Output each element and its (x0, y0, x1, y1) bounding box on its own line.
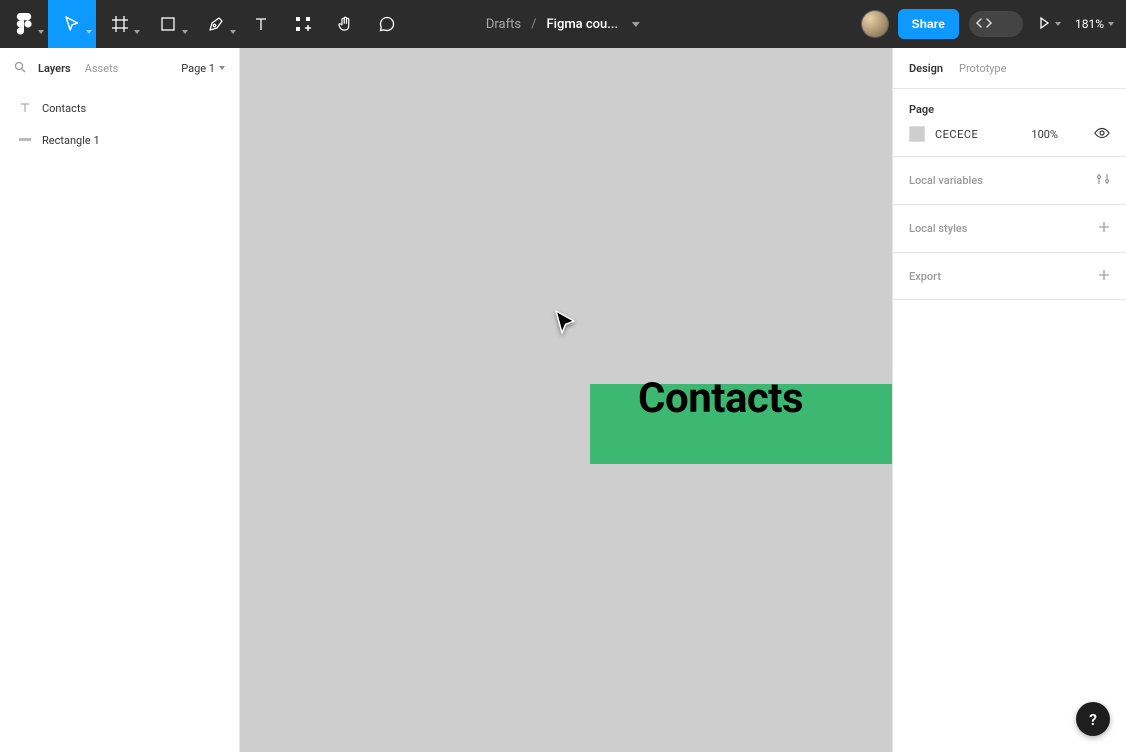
tab-design[interactable]: Design (909, 62, 943, 75)
tab-layers[interactable]: Layers (38, 62, 71, 75)
avatar[interactable] (862, 11, 888, 37)
dev-mode-icon (975, 15, 993, 34)
chevron-down-icon[interactable] (632, 22, 640, 27)
tab-prototype[interactable]: Prototype (959, 62, 1006, 75)
help-button[interactable]: ? (1076, 702, 1110, 736)
chevron-down-icon (86, 30, 92, 34)
dev-mode-toggle[interactable] (969, 11, 1023, 37)
sliders-icon[interactable] (1096, 172, 1110, 189)
pen-tool-button[interactable] (192, 0, 240, 48)
resources-icon (294, 15, 312, 33)
main-area: Layers Assets Page 1 Contacts Rectangle … (0, 48, 1126, 752)
local-variables-section[interactable]: Local variables (893, 156, 1126, 204)
share-button[interactable]: Share (898, 9, 959, 39)
page-section-label: Page (909, 103, 1110, 116)
comment-tool-button[interactable] (366, 0, 408, 48)
hand-tool-icon (336, 15, 354, 33)
page-section: Page CECECE 100% (893, 88, 1126, 156)
shape-tool-button[interactable] (144, 0, 192, 48)
breadcrumb-separator: / (531, 17, 536, 32)
chevron-down-icon (230, 30, 236, 34)
export-section[interactable]: Export (893, 252, 1126, 300)
layer-label: Contacts (42, 102, 86, 115)
play-icon (1037, 15, 1051, 34)
export-label: Export (909, 270, 941, 283)
figma-logo-icon (16, 13, 32, 35)
canvas[interactable]: Contacts (240, 48, 892, 752)
breadcrumb[interactable]: Drafts / Figma cou... (486, 17, 640, 32)
chevron-down-icon (1055, 22, 1061, 26)
zoom-value: 181% (1075, 17, 1104, 31)
local-styles-section[interactable]: Local styles (893, 204, 1126, 252)
local-styles-label: Local styles (909, 222, 967, 235)
rectangle-tool-icon (159, 15, 177, 33)
text-layer-icon (18, 101, 32, 115)
rect-layer-icon (18, 133, 32, 147)
chevron-down-icon (38, 30, 44, 34)
right-panel-tabs: Design Prototype (893, 48, 1126, 88)
cursor-icon (554, 310, 580, 344)
top-toolbar: Drafts / Figma cou... Share 181% (0, 0, 1126, 48)
left-panel: Layers Assets Page 1 Contacts Rectangle … (0, 48, 240, 752)
color-opacity[interactable]: 100% (1031, 128, 1058, 141)
breadcrumb-file[interactable]: Figma cou... (546, 17, 618, 32)
chevron-down-icon (1108, 22, 1114, 26)
text-tool-icon (252, 15, 270, 33)
canvas-text[interactable]: Contacts (638, 374, 803, 423)
plus-icon[interactable] (1098, 221, 1110, 236)
pen-tool-icon (207, 15, 225, 33)
toolbar-right: Share 181% (862, 9, 1126, 39)
move-tool-button[interactable] (48, 0, 96, 48)
local-variables-label: Local variables (909, 174, 983, 187)
chevron-down-icon (182, 30, 188, 34)
right-panel: Design Prototype Page CECECE 100% Local … (892, 48, 1126, 752)
left-panel-header: Layers Assets Page 1 (0, 48, 239, 88)
frame-tool-button[interactable] (96, 0, 144, 48)
move-tool-icon (63, 15, 81, 33)
main-menu-button[interactable] (0, 0, 48, 48)
plus-icon[interactable] (1098, 269, 1110, 284)
breadcrumb-folder[interactable]: Drafts (486, 17, 521, 32)
present-button[interactable] (1033, 15, 1065, 34)
chevron-down-icon (219, 66, 225, 70)
visibility-icon[interactable] (1094, 127, 1110, 142)
text-tool-button[interactable] (240, 0, 282, 48)
page-selector-label: Page 1 (181, 62, 215, 75)
layer-list: Contacts Rectangle 1 (0, 88, 239, 156)
color-hex[interactable]: CECECE (935, 128, 978, 141)
layer-item-text[interactable]: Contacts (0, 92, 239, 124)
comment-icon (378, 15, 396, 33)
chevron-down-icon (134, 30, 140, 34)
hand-tool-button[interactable] (324, 0, 366, 48)
page-background-row[interactable]: CECECE 100% (909, 126, 1110, 142)
page-selector[interactable]: Page 1 (181, 62, 225, 75)
color-swatch[interactable] (909, 126, 925, 142)
layer-item-rect[interactable]: Rectangle 1 (0, 124, 239, 156)
layer-label: Rectangle 1 (42, 134, 100, 147)
resources-button[interactable] (282, 0, 324, 48)
search-icon[interactable] (14, 61, 28, 76)
help-label: ? (1089, 710, 1097, 729)
tab-assets[interactable]: Assets (85, 62, 119, 75)
frame-tool-icon (111, 15, 129, 33)
zoom-control[interactable]: 181% (1075, 17, 1114, 31)
